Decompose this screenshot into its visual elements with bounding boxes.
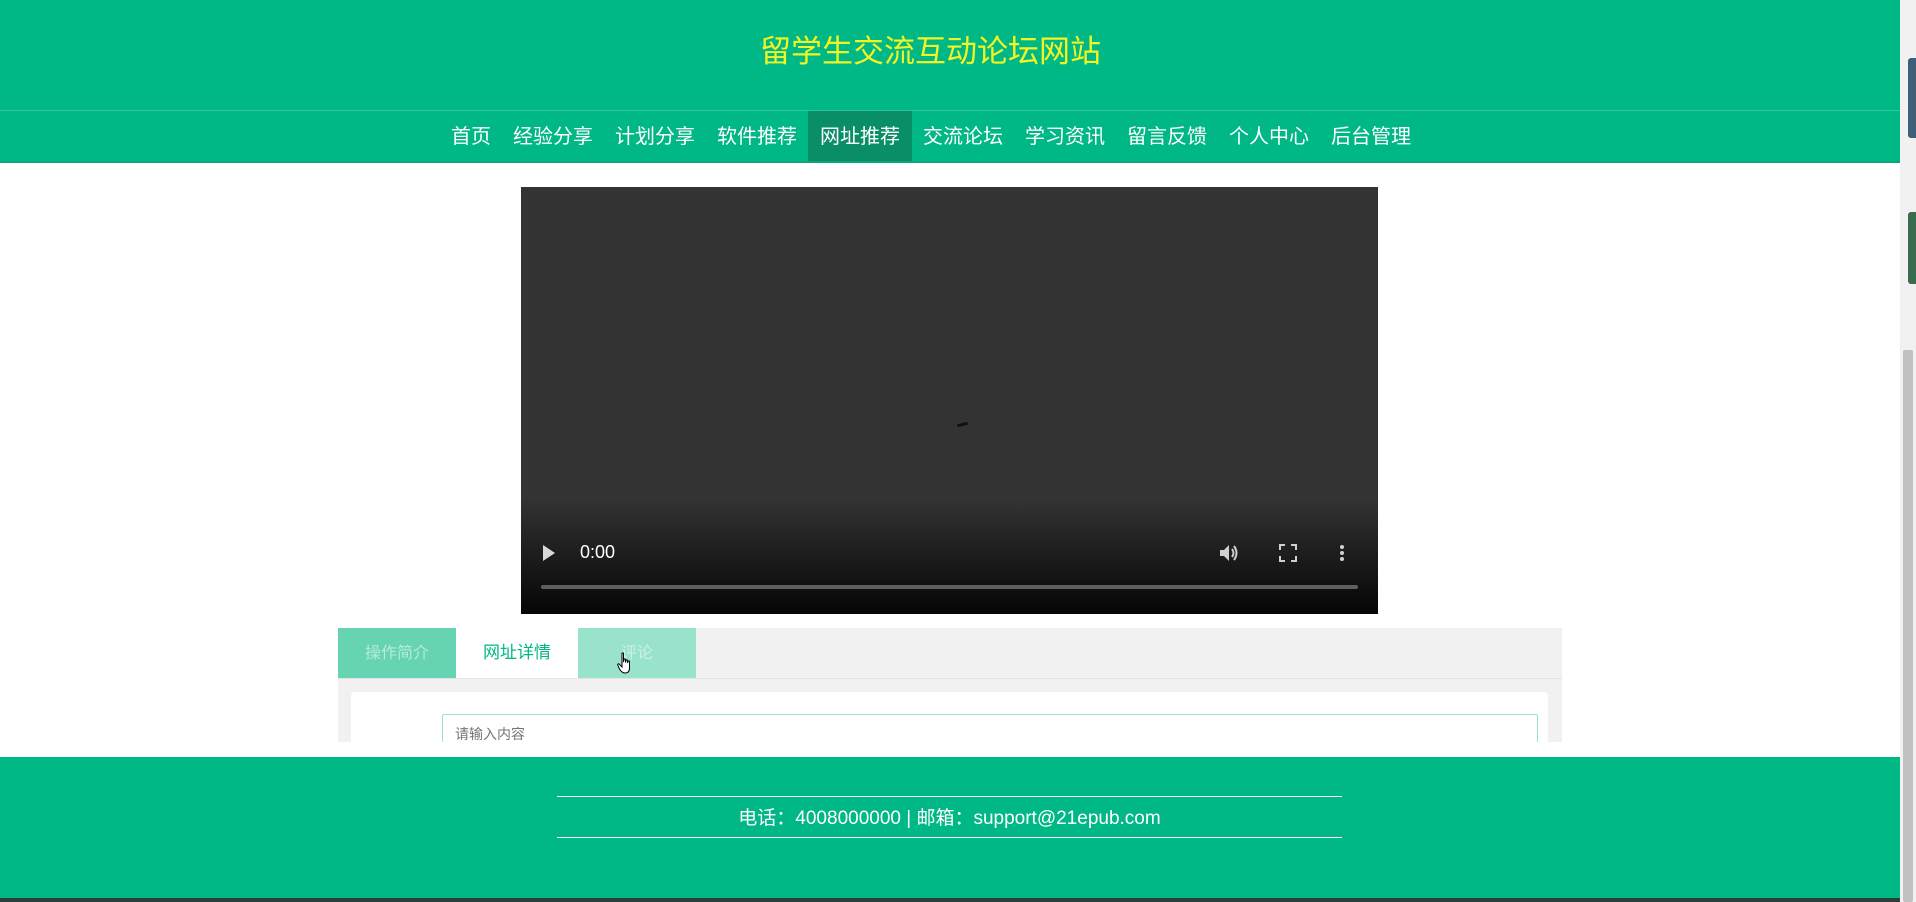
video-progress-bar[interactable] <box>541 585 1358 589</box>
nav-list: 首页 经验分享 计划分享 软件推荐 网址推荐 交流论坛 学习资讯 留言反馈 个人… <box>440 111 1422 161</box>
side-widget-icon[interactable] <box>1908 212 1916 284</box>
video-player[interactable]: 0:00 <box>521 187 1378 614</box>
nav-item-personal-center[interactable]: 个人中心 <box>1218 111 1320 161</box>
side-widget-icon[interactable] <box>1908 58 1916 138</box>
footer-divider-bottom <box>557 837 1342 838</box>
site-title: 留学生交流互动论坛网站 <box>760 34 1101 70</box>
footer-divider-top <box>557 796 1342 797</box>
nav-item-study-news[interactable]: 学习资讯 <box>1014 111 1116 161</box>
tabs-divider <box>338 678 1562 679</box>
page-scrollbar[interactable] <box>1900 0 1916 902</box>
comment-panel <box>351 692 1548 742</box>
comment-input[interactable] <box>442 714 1538 742</box>
tab-comments[interactable]: 评论 <box>578 628 696 678</box>
more-vertical-icon[interactable] <box>1339 543 1345 563</box>
site-header: 留学生交流互动论坛网站 <box>0 0 1900 111</box>
play-icon[interactable] <box>543 545 555 561</box>
tab-website-details[interactable]: 网址详情 <box>456 628 578 678</box>
window-bottom-edge <box>0 898 1900 902</box>
hand-cursor-icon <box>617 652 635 676</box>
nav-item-plan-sharing[interactable]: 计划分享 <box>604 111 706 161</box>
scrollbar-thumb[interactable] <box>1903 350 1913 902</box>
fullscreen-icon[interactable] <box>1279 544 1297 562</box>
nav-item-home[interactable]: 首页 <box>440 111 502 161</box>
nav-item-software-recommend[interactable]: 软件推荐 <box>706 111 808 161</box>
footer-contact: 电话：4008000000 | 邮箱：support@21epub.com <box>738 808 1161 829</box>
loading-indicator <box>956 421 969 428</box>
main-navbar: 首页 经验分享 计划分享 软件推荐 网址推荐 交流论坛 学习资讯 留言反馈 个人… <box>0 111 1900 163</box>
site-footer: 电话：4008000000 | 邮箱：support@21epub.com <box>0 757 1900 902</box>
tab-operation-intro[interactable]: 操作简介 <box>338 628 456 678</box>
nav-item-admin[interactable]: 后台管理 <box>1320 111 1422 161</box>
volume-icon[interactable] <box>1218 543 1240 563</box>
video-current-time: 0:00 <box>580 542 616 562</box>
page: 留学生交流互动论坛网站 首页 经验分享 计划分享 软件推荐 网址推荐 交流论坛 … <box>0 0 1916 902</box>
nav-item-feedback[interactable]: 留言反馈 <box>1116 111 1218 161</box>
detail-tabs: 操作简介 网址详情 评论 <box>338 628 1562 742</box>
nav-item-website-recommend[interactable]: 网址推荐 <box>808 111 912 161</box>
nav-item-forum[interactable]: 交流论坛 <box>912 111 1014 161</box>
nav-item-experience-sharing[interactable]: 经验分享 <box>502 111 604 161</box>
video-controls-gradient <box>521 499 1378 614</box>
